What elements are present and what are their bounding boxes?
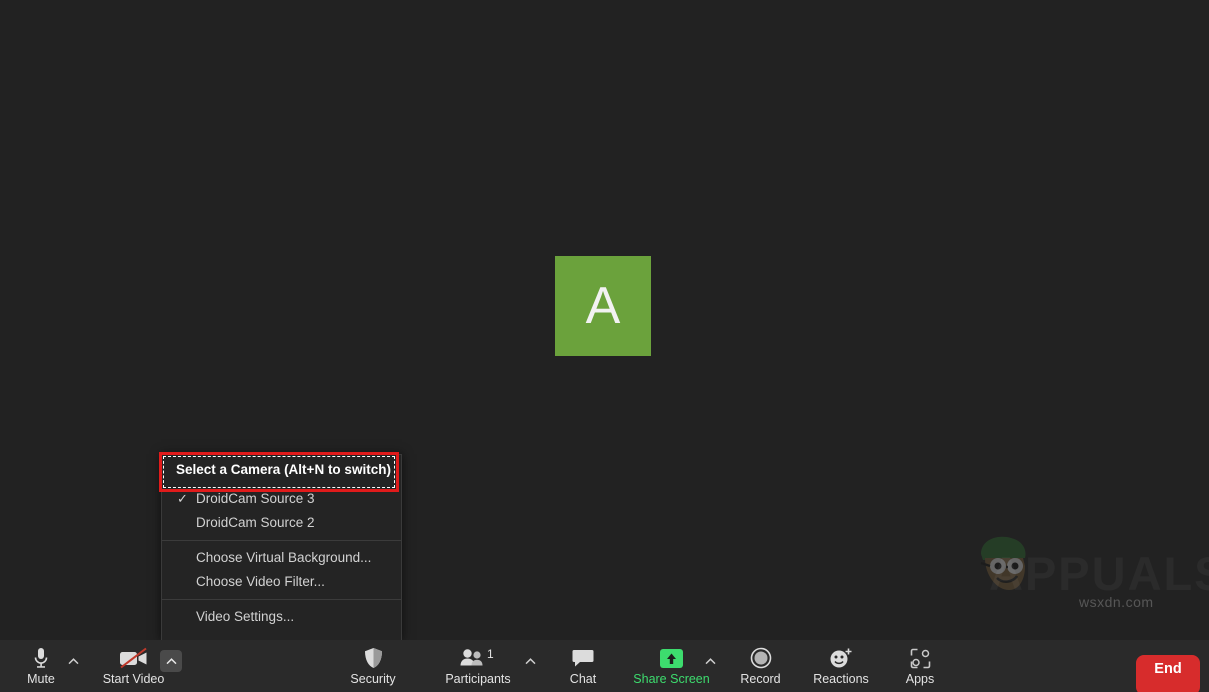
menu-item-label: DroidCam Source 2 xyxy=(196,515,315,530)
menu-item-label: DroidCam Source 3 xyxy=(196,491,315,506)
watermark-text: APPUALS xyxy=(989,546,1209,601)
checkmark-icon: ✓ xyxy=(177,491,188,506)
video-options-caret[interactable] xyxy=(160,650,182,672)
menu-item-label: Choose Virtual Background... xyxy=(196,550,372,565)
security-label: Security xyxy=(350,672,396,686)
participants-options-caret[interactable] xyxy=(519,650,541,672)
share-screen-label: Share Screen xyxy=(633,672,710,686)
menu-item-droidcam-source-2[interactable]: DroidCam Source 2 xyxy=(162,511,401,535)
svg-text:1: 1 xyxy=(487,648,494,661)
menu-group-video-options: Choose Virtual Background... Choose Vide… xyxy=(162,544,401,596)
apps-icon xyxy=(910,647,931,669)
menu-item-label: Choose Video Filter... xyxy=(196,574,325,589)
menu-item-choose-video-filter[interactable]: Choose Video Filter... xyxy=(162,570,401,594)
video-stage: A APPUALS wsxdn.com Select a Camera (Alt… xyxy=(0,0,1209,641)
end-meeting-button[interactable]: End xyxy=(1136,655,1200,692)
reactions-button[interactable]: Reactions xyxy=(806,642,876,690)
mute-label: Mute xyxy=(27,672,55,686)
menu-group-header: Select a Camera (Alt+N to switch) xyxy=(162,455,401,485)
participants-button[interactable]: 1 Participants xyxy=(443,642,513,690)
menu-item-video-settings[interactable]: Video Settings... xyxy=(162,605,401,629)
chat-button[interactable]: Chat xyxy=(562,642,604,690)
reactions-smiley-icon xyxy=(829,647,853,669)
participants-label: Participants xyxy=(445,672,511,686)
record-label: Record xyxy=(740,672,781,686)
end-label: End xyxy=(1154,661,1182,677)
participant-video-tile[interactable]: A xyxy=(555,256,651,356)
security-button[interactable]: Security xyxy=(344,642,402,690)
shield-icon xyxy=(364,647,383,669)
watermark-url: wsxdn.com xyxy=(1079,594,1154,610)
chat-bubble-icon xyxy=(572,647,594,669)
microphone-icon xyxy=(32,647,50,669)
audio-options-caret[interactable] xyxy=(62,650,84,672)
avatar-initial: A xyxy=(585,277,621,335)
appuals-mascot-icon xyxy=(980,536,1026,590)
share-screen-icon xyxy=(659,647,684,669)
menu-separator xyxy=(162,599,401,600)
apps-button[interactable]: Apps xyxy=(897,642,943,690)
participants-icon: 1 xyxy=(459,647,497,669)
menu-header-select-a-camera: Select a Camera (Alt+N to switch) xyxy=(176,462,391,477)
reactions-label: Reactions xyxy=(813,672,869,686)
menu-bottom-spacer xyxy=(162,629,401,639)
share-screen-options-caret[interactable] xyxy=(699,650,721,672)
watermark: APPUALS wsxdn.com xyxy=(971,530,1209,616)
menu-separator xyxy=(162,540,401,541)
menu-item-choose-virtual-background[interactable]: Choose Virtual Background... xyxy=(162,546,401,570)
menu-group-cameras: ✓ DroidCam Source 3 DroidCam Source 2 xyxy=(162,485,401,537)
menu-item-droidcam-source-3[interactable]: ✓ DroidCam Source 3 xyxy=(162,487,401,511)
camera-off-icon xyxy=(119,647,149,669)
select-camera-menu[interactable]: Select a Camera (Alt+N to switch) ✓ Droi… xyxy=(161,454,402,641)
menu-item-label: Video Settings... xyxy=(196,609,295,624)
apps-label: Apps xyxy=(905,672,935,686)
chat-label: Chat xyxy=(569,672,597,686)
zoom-meeting-window: A APPUALS wsxdn.com Select a Camera (Alt… xyxy=(0,0,1209,692)
start-video-label: Start Video xyxy=(102,672,165,686)
mute-button[interactable]: Mute xyxy=(16,642,66,690)
record-icon xyxy=(750,647,772,669)
meeting-toolbar: Mute Start Video Security 1 Participants… xyxy=(0,640,1209,692)
menu-group-settings: Video Settings... xyxy=(162,603,401,641)
record-button[interactable]: Record xyxy=(733,642,788,690)
